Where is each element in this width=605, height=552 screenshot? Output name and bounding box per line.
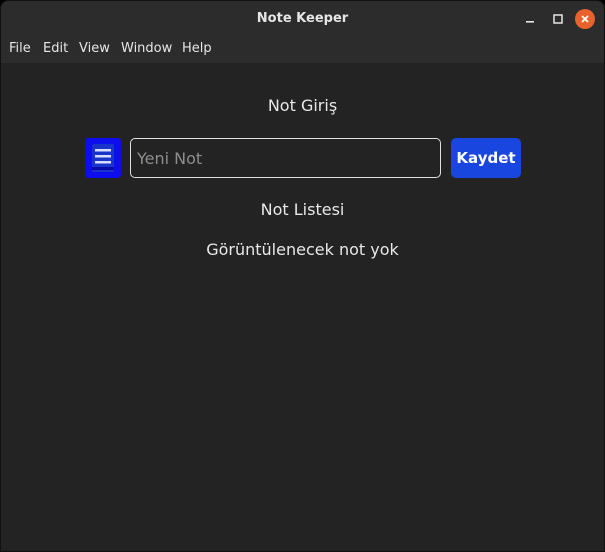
minimize-icon	[526, 21, 534, 23]
title-bar[interactable]: Note Keeper	[1, 1, 604, 37]
window-title: Note Keeper	[256, 11, 349, 26]
menu-window[interactable]: Window	[121, 37, 172, 63]
menu-file[interactable]: File	[9, 37, 31, 63]
close-button[interactable]	[575, 9, 595, 29]
empty-list-message: Görüntülenecek not yok	[206, 240, 399, 259]
menu-bar: File Edit View Window Help	[1, 37, 604, 63]
entry-heading: Not Giriş	[267, 96, 338, 115]
notebook-glyph	[92, 144, 114, 172]
menu-edit[interactable]: Edit	[43, 37, 68, 63]
close-icon	[581, 15, 589, 23]
maximize-button[interactable]	[548, 9, 568, 29]
app-window: Note Keeper File Edit View Window Help N…	[0, 0, 605, 552]
notebook-icon	[85, 138, 121, 178]
minimize-button[interactable]	[520, 9, 540, 29]
list-heading: Not Listesi	[260, 200, 345, 219]
menu-help[interactable]: Help	[182, 37, 212, 63]
main-content: Not Giriş Kaydet Not Listesi Görüntülene…	[1, 63, 604, 551]
maximize-icon	[553, 14, 563, 24]
new-note-input[interactable]	[130, 138, 441, 178]
save-button[interactable]: Kaydet	[451, 138, 521, 178]
menu-view[interactable]: View	[79, 37, 110, 63]
